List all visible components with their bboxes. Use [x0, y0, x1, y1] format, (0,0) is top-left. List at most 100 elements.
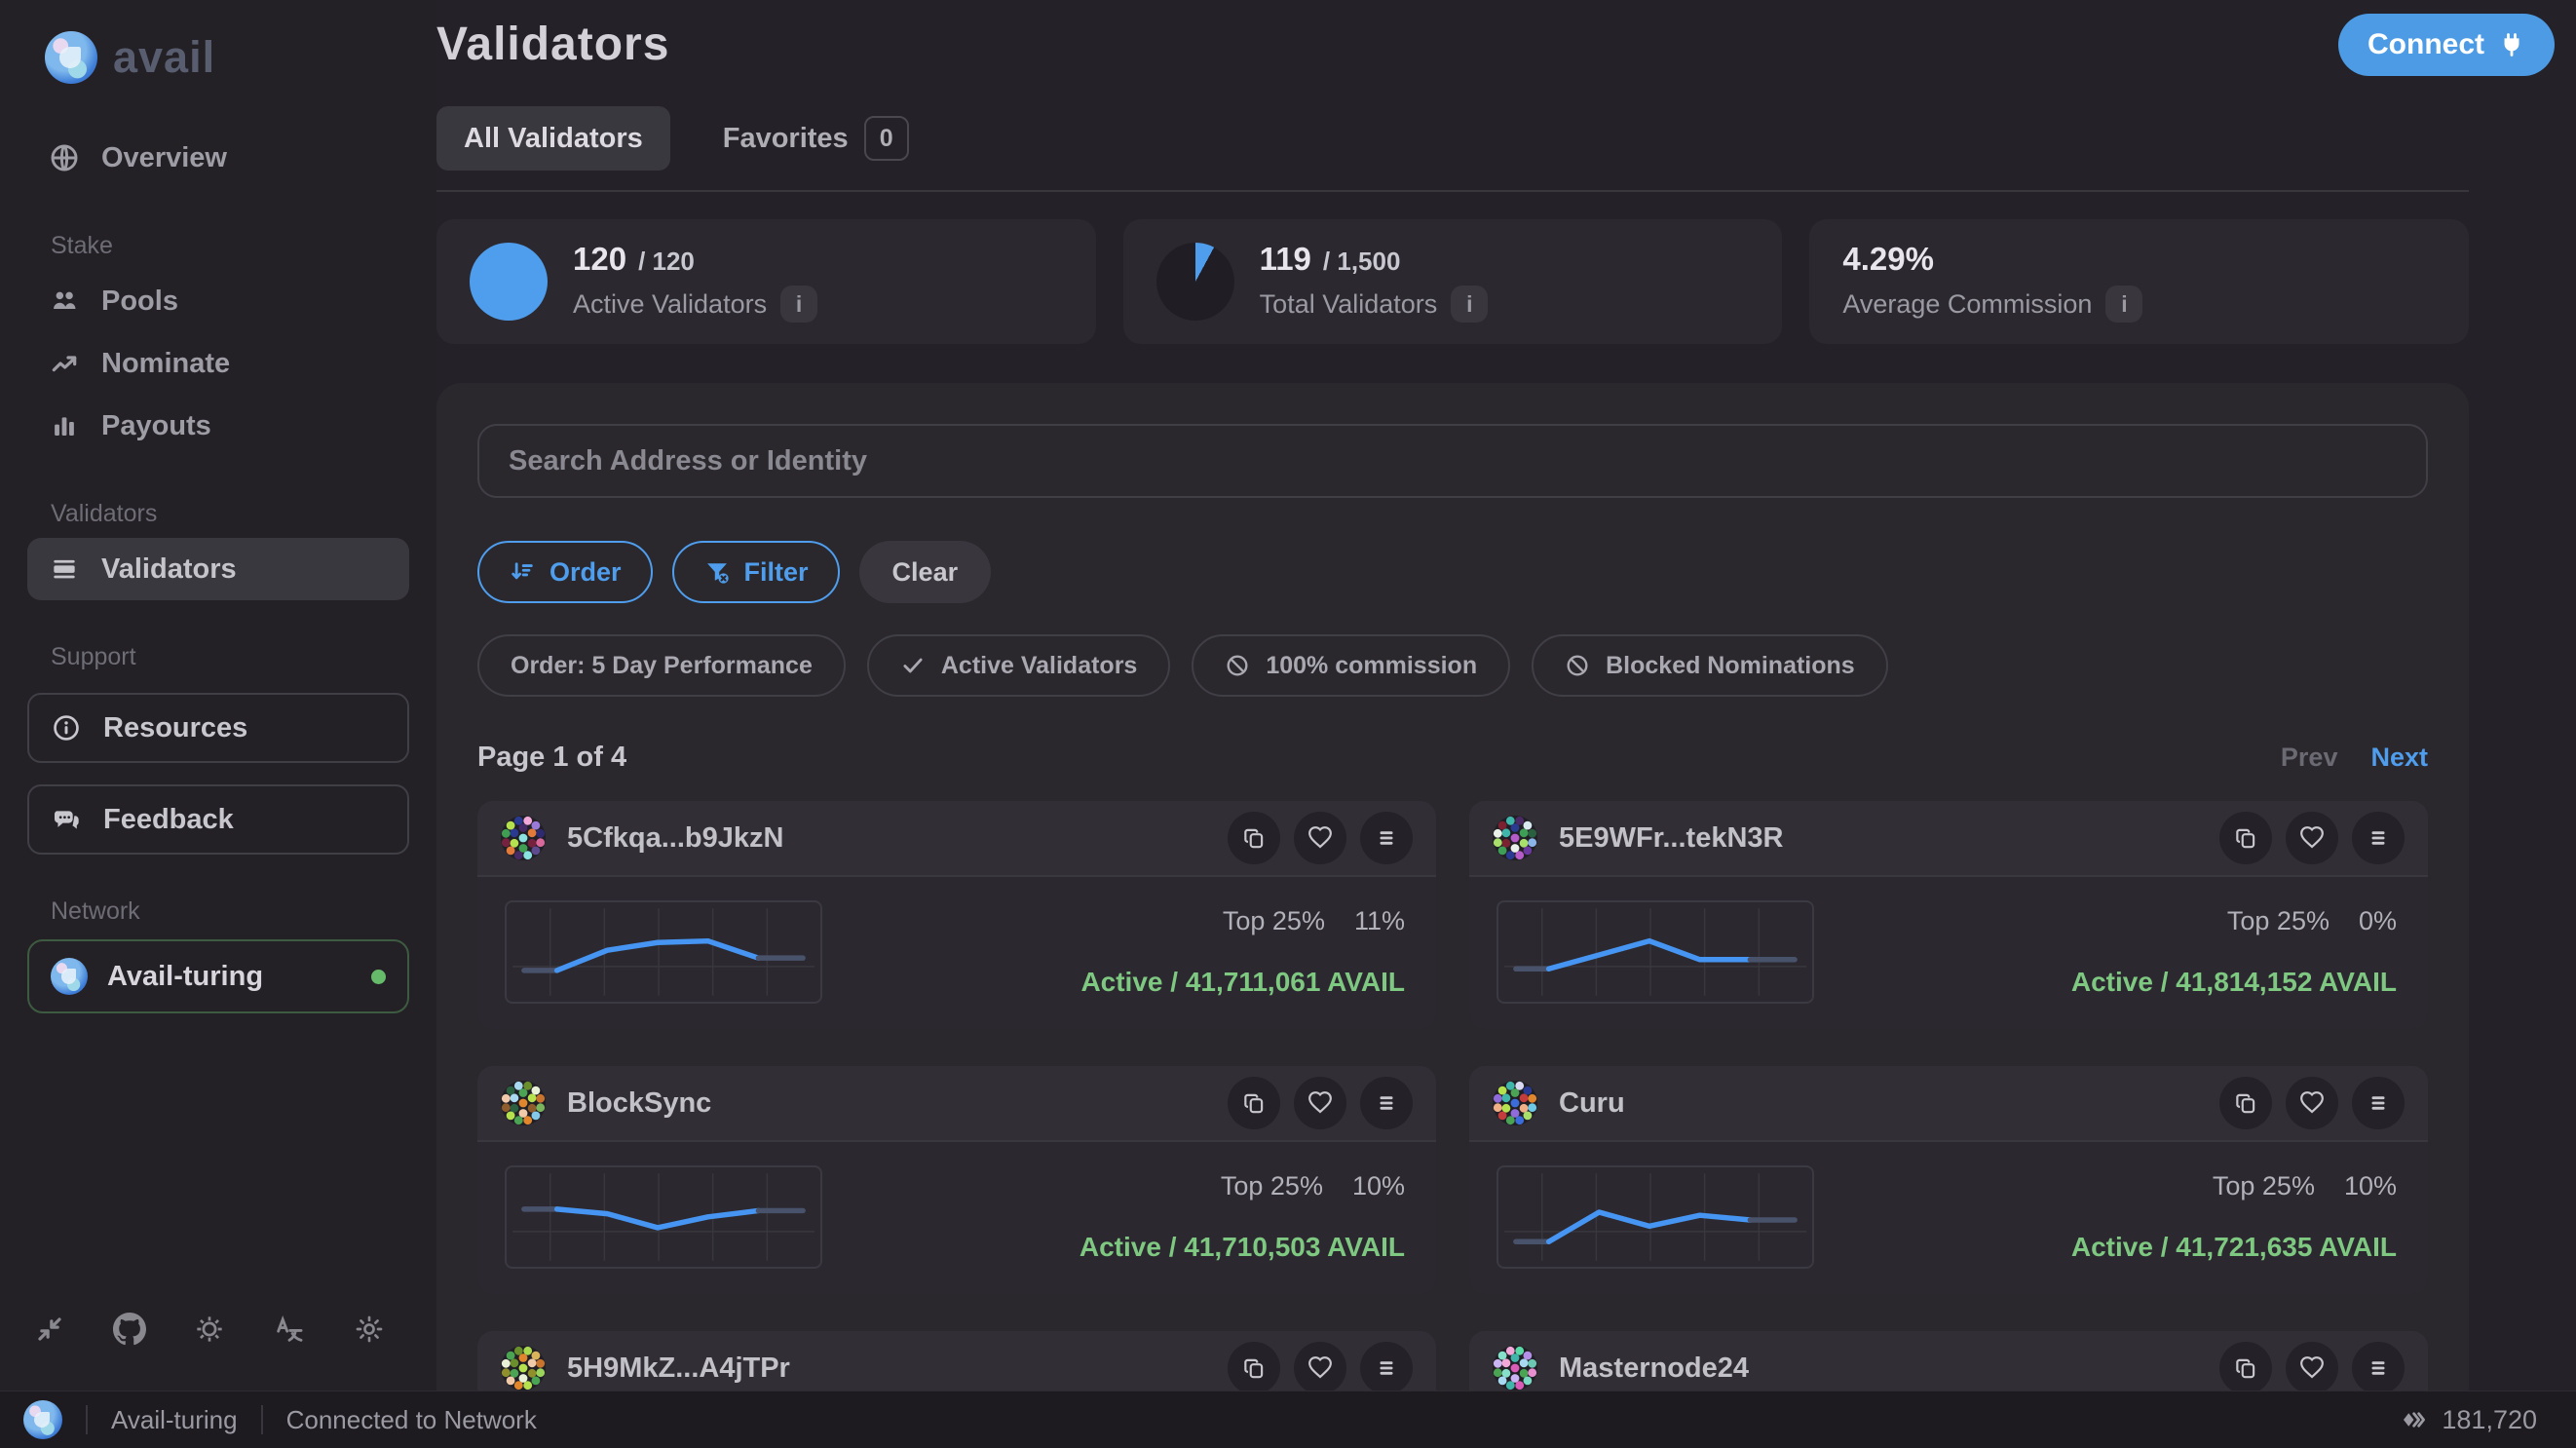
- copy-address-button[interactable]: [1228, 1342, 1280, 1391]
- more-menu-button[interactable]: [1360, 812, 1413, 864]
- copy-icon: [2233, 1090, 2258, 1116]
- theme-toggle-button[interactable]: [349, 1309, 390, 1350]
- next-page-button[interactable]: Next: [2370, 743, 2428, 773]
- validator-cards-grid: 5Cfkqa...b9JkzN Top 25%11% Acti: [477, 801, 2428, 1391]
- favorite-button[interactable]: [2286, 1342, 2338, 1391]
- github-button[interactable]: [109, 1309, 150, 1350]
- validator-name: 5Cfkqa...b9JkzN: [567, 822, 783, 855]
- rank-stats: Top 25%10%: [2213, 1171, 2397, 1201]
- brand-logo: avail: [45, 31, 436, 84]
- statusbar-divider: [261, 1405, 263, 1434]
- clear-filters-button[interactable]: Clear: [859, 541, 992, 603]
- validator-name: BlockSync: [567, 1087, 711, 1120]
- more-menu-button[interactable]: [2352, 1342, 2405, 1391]
- tabs: All Validators Favorites 0: [436, 106, 2469, 171]
- sidebar-item-payouts[interactable]: Payouts: [27, 395, 409, 457]
- sidebar: avail Overview Stake Pools Nominate Payo…: [0, 0, 436, 1391]
- chip-100-commission[interactable]: 100% commission: [1192, 634, 1510, 697]
- more-menu-button[interactable]: [1360, 1077, 1413, 1129]
- favorite-button[interactable]: [1294, 1077, 1346, 1129]
- filter-button[interactable]: Filter: [672, 541, 840, 603]
- copy-address-button[interactable]: [1228, 812, 1280, 864]
- sidebar-item-feedback[interactable]: Feedback: [27, 784, 409, 855]
- language-button[interactable]: [269, 1309, 310, 1350]
- copy-address-button[interactable]: [2219, 1342, 2272, 1391]
- info-icon[interactable]: i: [2105, 286, 2142, 323]
- sidebar-item-pools[interactable]: Pools: [27, 270, 409, 332]
- more-menu-button[interactable]: [2352, 812, 2405, 864]
- chip-order-performance[interactable]: Order: 5 Day Performance: [477, 634, 846, 697]
- sidebar-item-nominate[interactable]: Nominate: [27, 332, 409, 395]
- copy-icon: [2233, 825, 2258, 851]
- stats-row: 120/ 120 Active Validatorsi 119/ 1,500 T…: [436, 219, 2469, 344]
- collapse-icon: [35, 1315, 64, 1344]
- validator-card: BlockSync Top 25%10% Active / 4: [477, 1066, 1436, 1294]
- sidebar-item-overview[interactable]: Overview: [27, 127, 409, 189]
- favorite-button[interactable]: [1294, 812, 1346, 864]
- validator-card: 5Cfkqa...b9JkzN Top 25%11% Acti: [477, 801, 1436, 1029]
- pagination-row: Page 1 of 4 Prev Next: [477, 742, 2428, 774]
- statusbar-connection: Connected to Network: [286, 1405, 537, 1435]
- menu-icon: [1374, 825, 1399, 851]
- avail-status-logo: [23, 1400, 62, 1439]
- more-menu-button[interactable]: [1360, 1342, 1413, 1391]
- performance-sparkline: [505, 900, 822, 1004]
- validator-name: Masternode24: [1559, 1353, 1749, 1385]
- tab-all-validators[interactable]: All Validators: [436, 106, 670, 171]
- section-label-validators: Validators: [51, 500, 409, 528]
- validator-card: 5E9WFr...tekN3R Top 25%0% Activ: [1469, 801, 2428, 1029]
- filter-toolbar: Order Filter Clear: [477, 541, 2428, 603]
- heart-icon: [1307, 1090, 1333, 1116]
- info-icon[interactable]: i: [780, 286, 817, 323]
- connect-wallet-button[interactable]: Connect: [2338, 14, 2555, 76]
- chip-active-validators[interactable]: Active Validators: [867, 634, 1170, 697]
- collapse-sidebar-button[interactable]: [29, 1309, 70, 1350]
- trending-up-icon: [49, 348, 80, 379]
- copy-address-button[interactable]: [2219, 812, 2272, 864]
- menu-icon: [1374, 1355, 1399, 1381]
- active-filter-chips: Order: 5 Day Performance Active Validato…: [477, 634, 2428, 697]
- copy-address-button[interactable]: [1228, 1077, 1280, 1129]
- section-label-network: Network: [51, 897, 409, 926]
- heart-icon: [2299, 1090, 2325, 1116]
- sidebar-footer-icons: [29, 1309, 390, 1350]
- tabs-divider: [436, 190, 2469, 192]
- validator-card: 5H9MkZ...A4jTPr Top 25%1% Activ: [477, 1331, 1436, 1391]
- stat-card-active-validators: 120/ 120 Active Validatorsi: [436, 219, 1096, 344]
- main-content: Connect Validators All Validators Favori…: [436, 0, 2576, 1391]
- info-icon[interactable]: i: [1451, 286, 1488, 323]
- validator-identicon: [1493, 1346, 1537, 1391]
- copy-address-button[interactable]: [2219, 1077, 2272, 1129]
- order-button[interactable]: Order: [477, 541, 653, 603]
- check-icon: [900, 653, 926, 678]
- network-selector[interactable]: Avail-turing: [27, 939, 409, 1013]
- ban-icon: [1225, 653, 1250, 678]
- chip-blocked-nominations[interactable]: Blocked Nominations: [1532, 634, 1888, 697]
- prev-page-button[interactable]: Prev: [2281, 743, 2338, 773]
- settings-button[interactable]: [189, 1309, 230, 1350]
- rank-stats: Top 25%11%: [1223, 906, 1405, 936]
- more-menu-button[interactable]: [2352, 1077, 2405, 1129]
- bond-status: Active / 41,711,061 AVAIL: [1080, 967, 1405, 998]
- statusbar-divider: [86, 1405, 88, 1434]
- search-input[interactable]: [477, 424, 2428, 498]
- active-validators-pie: [470, 243, 548, 321]
- page-title: Validators: [436, 18, 2469, 71]
- favorite-button[interactable]: [2286, 1077, 2338, 1129]
- menu-icon: [2366, 1090, 2391, 1116]
- validators-panel: Order Filter Clear Order: 5 Day Performa…: [436, 383, 2469, 1391]
- sidebar-item-resources[interactable]: Resources: [27, 693, 409, 763]
- tab-favorites[interactable]: Favorites 0: [696, 106, 936, 171]
- status-bar: Avail-turing Connected to Network 181,72…: [0, 1391, 2576, 1448]
- validator-name: 5E9WFr...tekN3R: [1559, 822, 1783, 855]
- rank-stats: Top 25%10%: [1221, 1171, 1405, 1201]
- ban-icon: [1565, 653, 1590, 678]
- block-icon: [2399, 1405, 2428, 1434]
- sidebar-item-validators[interactable]: Validators: [27, 538, 409, 600]
- list-icon: [49, 553, 80, 585]
- sidebar-nav: Overview Stake Pools Nominate Payouts Va…: [0, 127, 436, 1013]
- chat-icon: [51, 804, 82, 835]
- favorite-button[interactable]: [1294, 1342, 1346, 1391]
- favorite-button[interactable]: [2286, 812, 2338, 864]
- sun-icon: [354, 1314, 385, 1345]
